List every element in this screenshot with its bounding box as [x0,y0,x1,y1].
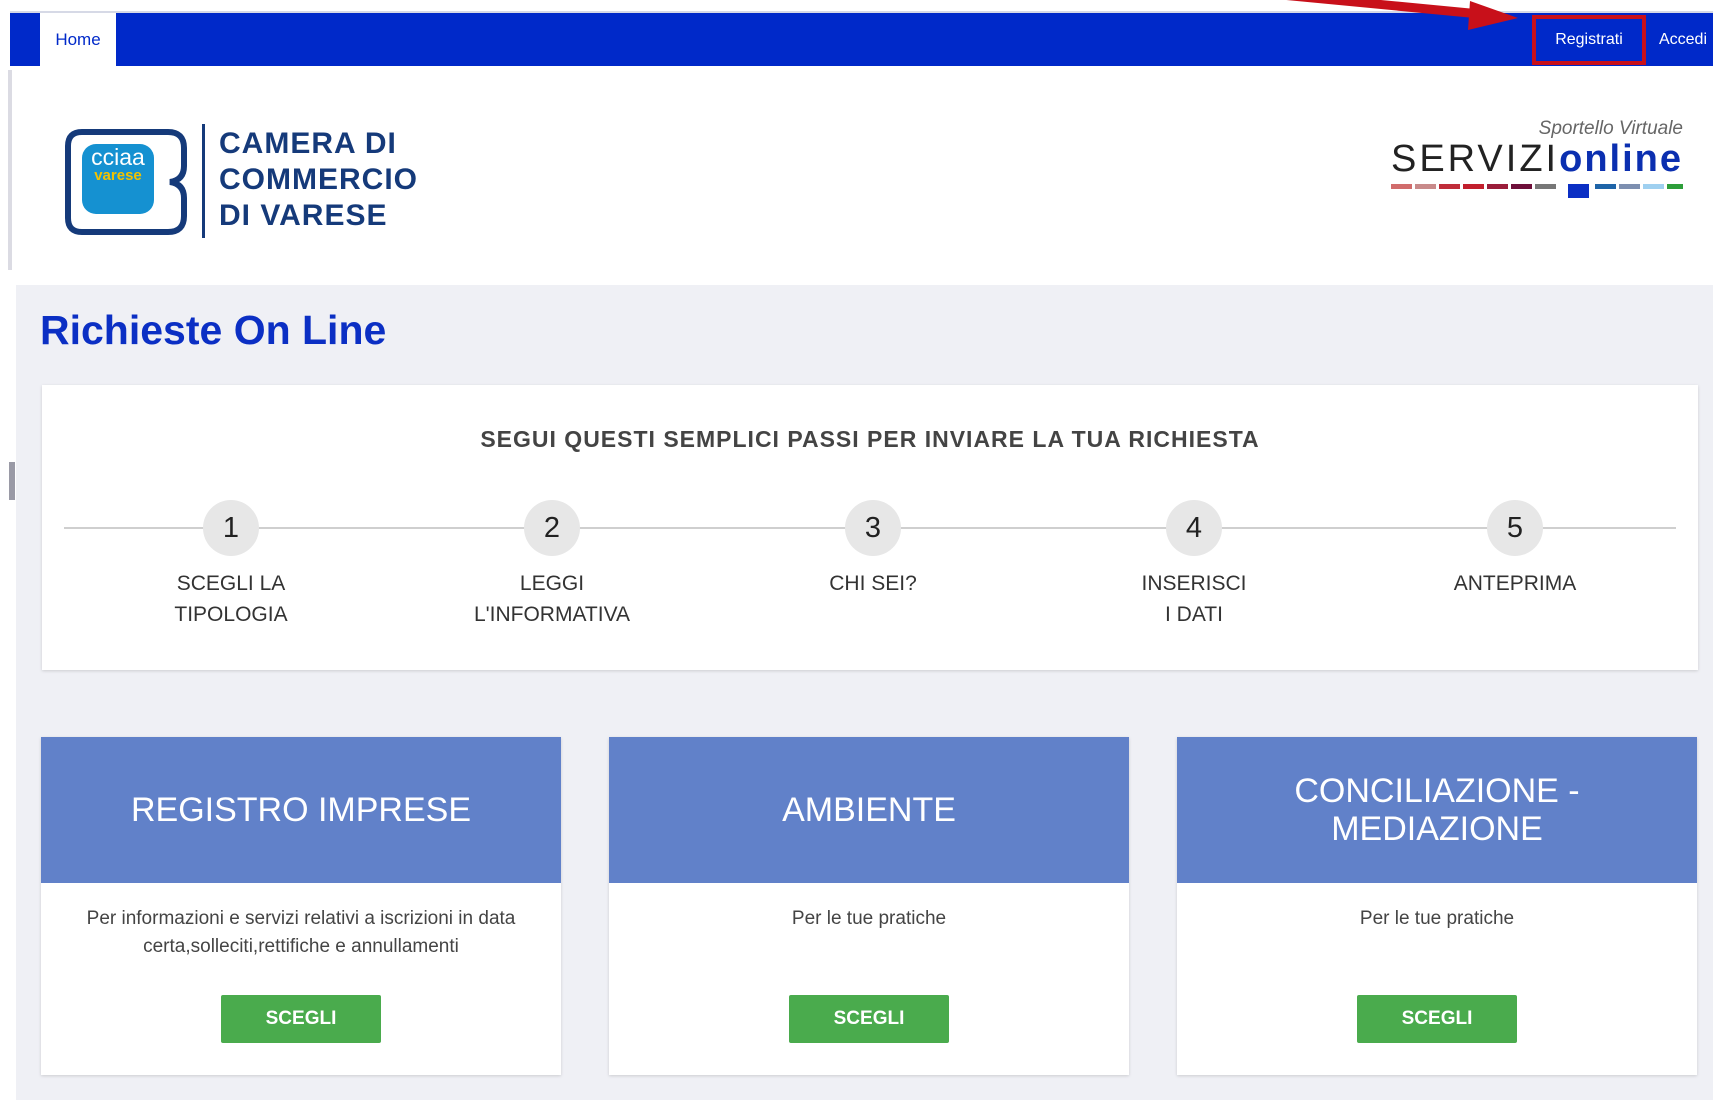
step-1: 1 SCEGLI LA TIPOLOGIA [121,500,341,630]
step-number: 5 [1487,500,1543,556]
card-title: REGISTRO IMPRESE [41,737,561,883]
login-link[interactable]: Accedi [1648,13,1713,66]
left-edge [0,0,15,1100]
steps-title: SEGUI QUESTI SEMPLICI PASSI PER INVIARE … [480,426,1260,452]
logo-line-3: DI VARESE [219,199,388,232]
edge-tab [9,462,15,500]
register-link[interactable]: Registrati [1532,15,1646,65]
scegli-button-ambiente[interactable]: SCEGLI [789,995,949,1043]
card-title: AMBIENTE [609,737,1129,883]
step-number: 2 [524,500,580,556]
logo-badge-bottom: varese [94,167,142,184]
top-navbar: Home Registrati Accedi [10,11,1713,66]
step-label: CHI SEI? [829,572,917,595]
logo-line-1: CAMERA DI [219,127,397,160]
logo-badge-top: cciaa [91,144,145,170]
step-2: 2 LEGGI L'INFORMATIVA [442,500,662,630]
card-registro-imprese: REGISTRO IMPRESE Per informazioni e serv… [41,737,561,1075]
edge-shadow [8,70,12,270]
servizi-online-logo: SERVIZIonline [1391,138,1683,181]
scegli-button-registro-imprese[interactable]: SCEGLI [221,995,381,1043]
servizi-word: SERVIZI [1390,138,1560,180]
page-title: Richieste On Line [40,307,387,353]
step-label: ANTEPRIMA [1453,572,1577,595]
step-5: 5 ANTEPRIMA [1405,500,1625,599]
servizi-online-color-bars-icon [1391,184,1683,198]
card-description: Per informazioni e servizi relativi a is… [86,908,516,957]
nav-home-tab[interactable]: Home [40,13,116,66]
main-content: Richieste On Line SEGUI QUESTI SEMPLICI … [16,285,1713,1100]
online-word: online [1559,138,1683,180]
card-ambiente: AMBIENTE Per le tue pratiche SCEGLI [609,737,1129,1075]
site-header: cciaa varese CAMERA DI COMMERCIO DI VARE… [16,66,1713,285]
camera-commercio-logo-text: CAMERA DI COMMERCIO DI VARESE [219,126,418,234]
card-conciliazione-mediazione: CONCILIAZIONE - MEDIAZIONE Per le tue pr… [1177,737,1697,1075]
scegli-button-conciliazione[interactable]: SCEGLI [1357,995,1517,1043]
step-number: 1 [203,500,259,556]
steps-panel: SEGUI QUESTI SEMPLICI PASSI PER INVIARE … [42,385,1698,670]
step-3: 3 CHI SEI? [763,500,983,599]
step-number: 4 [1166,500,1222,556]
card-description: Per le tue pratiche [1359,908,1515,929]
logo-line-2: COMMERCIO [219,163,418,196]
step-number: 3 [845,500,901,556]
servizi-online-subtitle: Sportello Virtuale [1538,118,1683,139]
step-label: INSERISCI I DATI [1141,572,1247,626]
step-label: SCEGLI LA TIPOLOGIA [174,572,288,626]
step-4: 4 INSERISCI I DATI [1084,500,1304,630]
card-description: Per le tue pratiche [791,908,947,929]
logo-divider [202,124,205,238]
step-label: LEGGI L'INFORMATIVA [473,572,631,626]
card-title: CONCILIAZIONE - MEDIAZIONE [1177,737,1697,883]
